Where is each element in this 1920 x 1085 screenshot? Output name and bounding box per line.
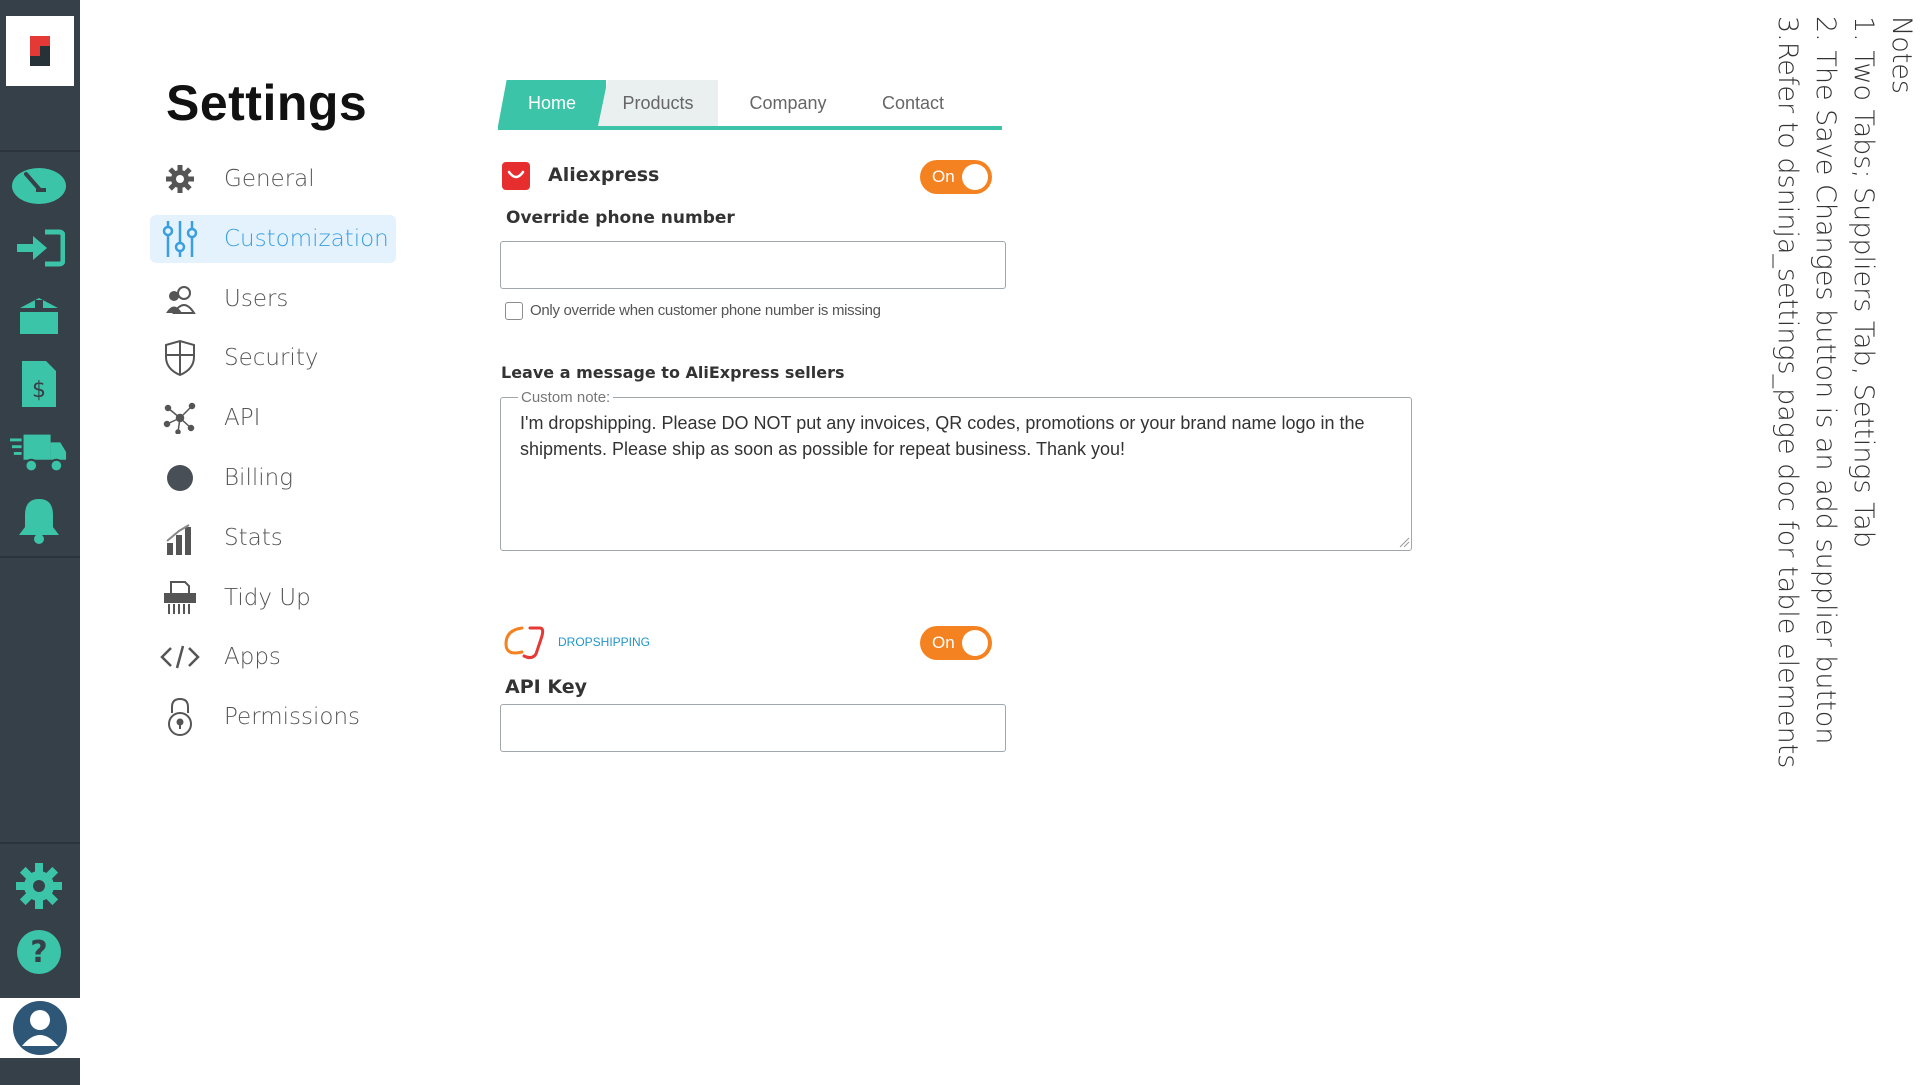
override-missing-checkbox[interactable] — [505, 302, 523, 320]
menu-item-label: API — [224, 405, 261, 432]
cj-toggle[interactable]: On — [920, 626, 992, 660]
menu-item-customization[interactable]: Customization — [150, 214, 396, 263]
textarea-resize-grip-icon[interactable] — [1398, 536, 1410, 548]
app-logo[interactable] — [6, 16, 74, 86]
dashboard-icon[interactable] — [10, 158, 68, 210]
menu-item-label: General — [224, 166, 315, 192]
user-avatar-icon — [13, 1001, 67, 1055]
menu-item-apps[interactable]: Apps — [150, 633, 396, 681]
notes-title: Notes — [1886, 16, 1917, 94]
notes-line: 2. The Save Changes button is an add sup… — [1810, 16, 1841, 745]
shipping-truck-icon[interactable] — [10, 426, 68, 478]
menu-item-stats[interactable]: Stats — [150, 514, 396, 562]
menu-item-label: Stats — [224, 524, 283, 551]
app-logo-mark — [30, 36, 50, 66]
shield-icon — [150, 334, 210, 382]
products-box-icon[interactable] — [10, 290, 68, 342]
settings-menu: General Customization Users Security API… — [150, 155, 396, 753]
invoice-icon[interactable]: $ — [10, 358, 68, 410]
override-missing-checkbox-label: Only override when customer phone number… — [530, 302, 881, 319]
menu-item-label: Permissions — [224, 704, 361, 731]
menu-item-tidy-up[interactable]: Tidy Up — [150, 574, 396, 622]
menu-item-permissions[interactable]: Permissions — [150, 693, 396, 741]
override-phone-input[interactable] — [500, 241, 1006, 289]
circle-icon — [150, 454, 210, 502]
svg-text:?: ? — [30, 935, 47, 970]
menu-item-general[interactable]: General — [150, 155, 396, 203]
menu-item-label: Users — [224, 285, 289, 312]
menu-item-label: Tidy Up — [224, 584, 311, 611]
menu-item-api[interactable]: API — [150, 394, 396, 442]
toggle-knob — [962, 164, 988, 190]
menu-item-label: Customization — [224, 225, 389, 252]
toggle-label: On — [932, 167, 955, 186]
menu-item-security[interactable]: Security — [150, 334, 396, 382]
aliexpress-toggle[interactable]: On — [920, 160, 992, 194]
page-title: Settings — [166, 75, 368, 131]
stats-icon — [150, 514, 210, 562]
menu-item-label: Security — [224, 345, 319, 372]
cj-logo-text: DROPSHIPPING — [558, 635, 651, 649]
api-key-label: API Key — [505, 676, 587, 698]
tab-products[interactable]: Products — [598, 80, 718, 126]
gear-icon — [150, 155, 210, 203]
rail-divider — [0, 842, 80, 844]
import-icon[interactable] — [10, 222, 68, 274]
aliexpress-name: Aliexpress — [548, 164, 660, 186]
left-nav-rail: $ ? — [0, 0, 80, 1085]
api-key-input[interactable] — [500, 704, 1006, 752]
seller-message-label: Leave a message to AliExpress sellers — [501, 363, 845, 382]
notes-line: 1. Two Tabs; Suppliers Tab, Settings Tab — [1848, 16, 1879, 548]
menu-item-label: Apps — [224, 644, 281, 671]
tab-home[interactable]: Home — [498, 80, 606, 126]
override-phone-label: Override phone number — [506, 208, 735, 228]
lock-icon — [150, 693, 210, 741]
users-icon — [150, 275, 210, 323]
sliders-icon — [150, 215, 210, 263]
user-avatar[interactable] — [0, 998, 80, 1058]
tab-bar: Home Products Company Contact — [498, 78, 1002, 130]
svg-text:$: $ — [32, 378, 46, 403]
help-question-icon[interactable]: ? — [10, 926, 68, 978]
toggle-knob — [962, 630, 988, 656]
menu-item-billing[interactable]: Billing — [150, 454, 396, 502]
menu-item-users[interactable]: Users — [150, 275, 396, 323]
cj-dropshipping-logo: DROPSHIPPING — [500, 618, 650, 666]
shredder-icon — [150, 574, 210, 622]
tab-company[interactable]: Company — [728, 80, 848, 126]
menu-item-label: Billing — [224, 464, 293, 491]
rail-divider — [0, 150, 80, 152]
custom-note-text: I'm dropshipping. Please DO NOT put any … — [520, 413, 1365, 459]
settings-gear-icon[interactable] — [10, 860, 68, 912]
tab-contact[interactable]: Contact — [858, 80, 968, 126]
toggle-label: On — [932, 633, 955, 652]
code-icon — [150, 633, 210, 681]
rail-divider — [0, 556, 80, 558]
notes-line: 3.Refer to dsninja_settings_page doc for… — [1772, 16, 1803, 769]
notifications-bell-icon[interactable] — [10, 494, 68, 546]
network-icon — [150, 394, 210, 442]
custom-note-legend: Custom note: — [518, 389, 614, 406]
notes-panel: Notes 1. Two Tabs; Suppliers Tab, Settin… — [1768, 16, 1920, 768]
aliexpress-logo-icon — [502, 162, 530, 190]
